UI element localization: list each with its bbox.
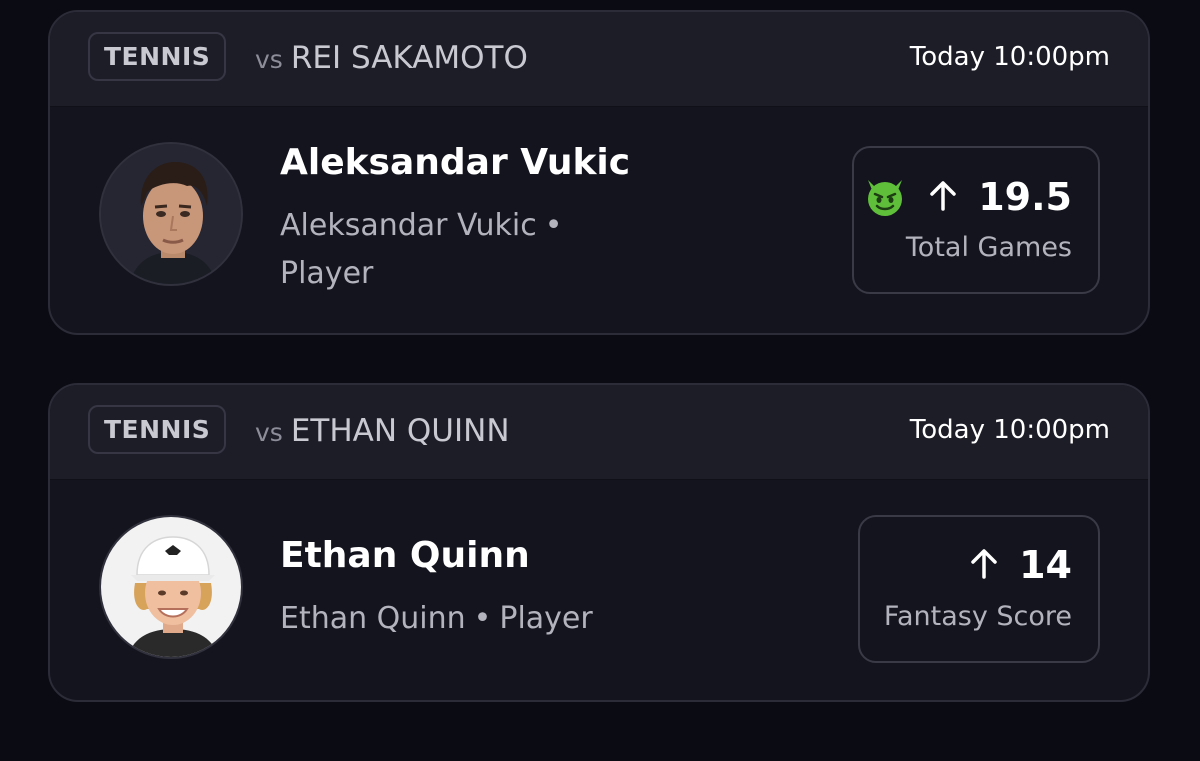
player-avatar	[99, 142, 243, 286]
player-name: Ethan Quinn	[280, 535, 530, 576]
stat-projection-box[interactable]: 19.5 Total Games	[852, 146, 1100, 294]
game-time: Today 10:00pm	[909, 415, 1110, 445]
player-subtitle: Ethan Quinn • Player	[280, 595, 593, 643]
stat-label: Fantasy Score	[883, 601, 1072, 632]
stat-line: 19.5	[862, 172, 1072, 222]
separator-dot: •	[544, 208, 563, 243]
stat-line: 14	[969, 543, 1072, 587]
player-sub-name: Ethan Quinn	[280, 601, 466, 636]
stat-value: 14	[1019, 543, 1072, 587]
player-photo	[101, 517, 241, 657]
arrow-up-icon	[969, 547, 999, 583]
player-role: Player	[280, 256, 374, 291]
opponent-name: ETHAN QUINN	[290, 413, 510, 449]
matchup: vs REI SAKAMOTO	[255, 40, 528, 76]
player-role: Player	[499, 601, 593, 636]
stat-label: Total Games	[905, 232, 1072, 263]
player-sub-name: Aleksandar Vukic	[280, 208, 537, 243]
pick-card-header: TENNIS vs ETHAN QUINN Today 10:00pm	[50, 385, 1148, 480]
player-subtitle: Aleksandar Vukic • Player	[280, 202, 570, 298]
devil-face-icon	[862, 172, 908, 222]
sport-badge: TENNIS	[88, 32, 227, 81]
vs-prefix: vs	[255, 45, 283, 74]
pick-card-header: TENNIS vs REI SAKAMOTO Today 10:00pm	[50, 12, 1148, 107]
opponent-name: REI SAKAMOTO	[290, 40, 528, 76]
pick-card-1[interactable]: TENNIS vs REI SAKAMOTO Today 10:00pm Alek…	[48, 10, 1150, 335]
vs-prefix: vs	[255, 418, 283, 447]
player-name: Aleksandar Vukic	[280, 142, 631, 183]
game-time: Today 10:00pm	[909, 42, 1110, 72]
stat-value: 19.5	[978, 175, 1072, 219]
matchup: vs ETHAN QUINN	[255, 413, 510, 449]
player-avatar	[99, 515, 243, 659]
separator-dot: •	[473, 601, 492, 636]
stat-projection-box[interactable]: 14 Fantasy Score	[858, 515, 1100, 663]
arrow-up-icon	[928, 179, 958, 215]
player-photo	[101, 144, 241, 284]
sport-badge: TENNIS	[88, 405, 227, 454]
pick-card-2[interactable]: TENNIS vs ETHAN QUINN Today 10:00pm Ethan…	[48, 383, 1150, 702]
